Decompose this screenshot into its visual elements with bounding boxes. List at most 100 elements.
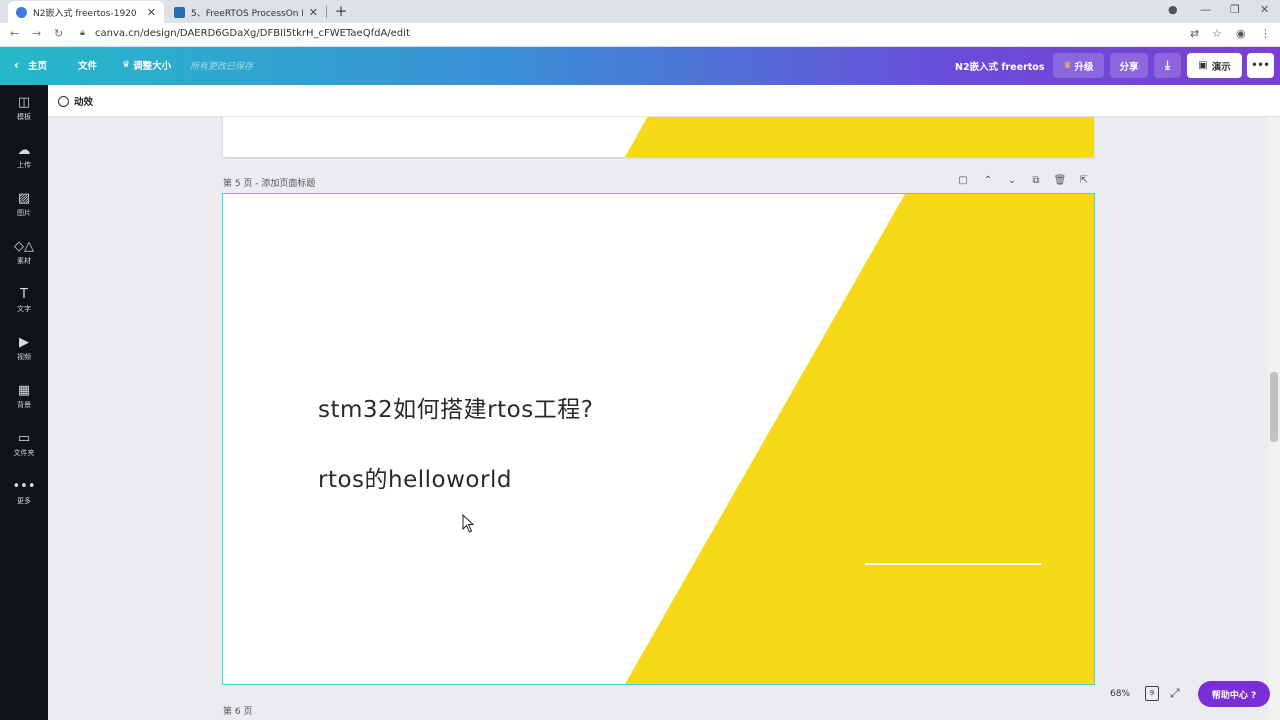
image-icon: ▨ bbox=[17, 191, 31, 206]
slide-page-5[interactable]: stm32如何搭建rtos工程? rtos的helloworld bbox=[222, 193, 1095, 685]
restore-icon[interactable]: ❐ bbox=[1230, 3, 1240, 16]
add-page-icon[interactable]: ⇱ bbox=[1077, 175, 1091, 186]
design-canvas: 第 5 页 - 添加页面标题 ▢ ⌃ ⌄ ⧉ 🗑︎ ⇱ stm32如何搭建rto… bbox=[48, 117, 1268, 720]
share-button[interactable]: 分享 bbox=[1110, 53, 1148, 78]
slide-page-4[interactable] bbox=[223, 117, 1094, 157]
delete-page-icon[interactable]: 🗑︎ bbox=[1053, 175, 1067, 186]
home-label: 主页 bbox=[27, 61, 47, 72]
browser-menu-icon[interactable]: ⋮ bbox=[1260, 27, 1271, 40]
back-icon[interactable]: ← bbox=[10, 27, 19, 40]
chevron-left-icon: ‹ bbox=[14, 58, 19, 72]
browser-tab-canva[interactable]: N2嵌入式 freertos-1920 × 108 ✕ bbox=[8, 1, 164, 23]
page-title-label[interactable]: 第 5 页 - 添加页面标题 bbox=[223, 176, 315, 189]
download-button[interactable]: ⤓ bbox=[1154, 53, 1181, 78]
page-title-label[interactable]: 第 6 页 bbox=[223, 704, 252, 717]
sidebar-item-more[interactable]: ••• 更多 bbox=[0, 479, 48, 506]
animate-label: 动效 bbox=[74, 97, 94, 108]
document-title[interactable]: N2嵌入式 freertos bbox=[955, 59, 1044, 73]
sidebar-item-label: 模板 bbox=[17, 113, 31, 121]
present-button[interactable]: ▣ 演示 bbox=[1187, 53, 1242, 78]
more-icon: ••• bbox=[12, 479, 36, 494]
duplicate-page-icon[interactable]: ⧉ bbox=[1029, 175, 1043, 186]
upgrade-label: 升级 bbox=[1074, 61, 1094, 73]
reload-icon[interactable]: ↻ bbox=[54, 27, 63, 40]
video-icon: ▶ bbox=[19, 335, 29, 350]
sidebar-item-text[interactable]: T 文字 bbox=[0, 287, 48, 314]
sidebar-item-background[interactable]: ▦ 背景 bbox=[0, 383, 48, 410]
sidebar-item-templates[interactable]: ◫ 模板 bbox=[0, 95, 48, 122]
new-tab-icon[interactable]: + bbox=[332, 2, 350, 20]
scrollbar-thumb[interactable] bbox=[1270, 372, 1278, 442]
tab-separator bbox=[326, 6, 327, 18]
editor-toolbar: ‹ 主页 文件 ♛ 调整大小 所有更改已保存 N2嵌入式 freertos ♛ … bbox=[0, 47, 1280, 85]
slide-subheading-text[interactable]: rtos的helloworld bbox=[318, 460, 512, 494]
url-field[interactable]: canva.cn/design/DAERD6GDaXg/DFBIl5tkrH_c… bbox=[95, 28, 410, 39]
minimize-icon[interactable]: — bbox=[1200, 3, 1211, 16]
sidebar-item-label: 素材 bbox=[17, 257, 31, 265]
sidebar-item-label: 更多 bbox=[17, 497, 31, 505]
save-status: 所有更改已保存 bbox=[190, 62, 254, 72]
page-notes-icon[interactable]: ▢ bbox=[956, 175, 970, 186]
sidebar-item-label: 文件夹 bbox=[13, 449, 35, 457]
sidebar-item-videos[interactable]: ▶ 视频 bbox=[0, 335, 48, 362]
tab-title: N2嵌入式 freertos-1920 × 108 bbox=[33, 8, 141, 19]
account-icon[interactable]: ◉ bbox=[1236, 27, 1246, 40]
profile-circle-icon[interactable]: ● bbox=[1168, 3, 1178, 16]
more-dots-icon: ••• bbox=[1251, 60, 1270, 71]
slide-white-line[interactable] bbox=[865, 563, 1041, 565]
translate-icon[interactable]: ⇄ bbox=[1190, 27, 1199, 40]
slide-heading-text[interactable]: stm32如何搭建rtos工程? bbox=[318, 390, 593, 424]
page-grid-button[interactable]: 9 bbox=[1145, 686, 1159, 701]
move-up-icon[interactable]: ⌃ bbox=[981, 175, 995, 186]
forward-icon[interactable]: → bbox=[32, 27, 41, 40]
download-icon: ⤓ bbox=[1164, 58, 1171, 72]
file-menu-button[interactable]: 文件 bbox=[78, 58, 97, 72]
folder-icon: ▭ bbox=[17, 431, 31, 446]
template-icon: ◫ bbox=[17, 95, 31, 110]
upload-icon: ☁ bbox=[17, 143, 31, 158]
sidebar-item-label: 上传 bbox=[17, 161, 31, 169]
share-label: 分享 bbox=[1119, 61, 1139, 73]
sidebar-item-photos[interactable]: ▨ 图片 bbox=[0, 191, 48, 218]
context-toolbar: 动效 bbox=[48, 85, 1280, 117]
resize-button[interactable]: ♛ 调整大小 bbox=[122, 58, 171, 72]
resize-label: 调整大小 bbox=[133, 61, 172, 72]
lock-icon: 🔒︎ bbox=[80, 28, 85, 38]
tab-close-icon[interactable]: ✕ bbox=[309, 6, 318, 19]
left-sidebar: ◫ 模板 ☁ 上传 ▨ 图片 ◇△ 素材 T 文字 ▶ 视频 ▦ 背景 ▭ 文件… bbox=[0, 85, 48, 720]
sidebar-item-label: 文字 bbox=[17, 305, 31, 313]
sidebar-item-elements[interactable]: ◇△ 素材 bbox=[0, 239, 48, 266]
browser-tab-processon[interactable]: 5、FreeRTOS ProcessOn Mind ✕ bbox=[166, 1, 326, 23]
sidebar-item-label: 视频 bbox=[17, 353, 31, 361]
move-down-icon[interactable]: ⌄ bbox=[1005, 175, 1019, 186]
tab-close-icon[interactable]: ✕ bbox=[147, 6, 156, 19]
help-center-button[interactable]: 帮助中心 ? bbox=[1198, 681, 1270, 707]
slide-yellow-shape[interactable] bbox=[223, 194, 1094, 684]
processon-favicon-icon bbox=[174, 6, 185, 18]
vertical-scrollbar[interactable] bbox=[1268, 117, 1280, 720]
address-bar: ← → ↻ 🔒︎ canva.cn/design/DAERD6GDaXg/DFB… bbox=[0, 23, 1280, 47]
zoom-level[interactable]: 68% bbox=[1110, 689, 1130, 699]
window-close-icon[interactable]: ✕ bbox=[1260, 3, 1269, 16]
sidebar-item-label: 图片 bbox=[17, 209, 31, 217]
sidebar-item-folders[interactable]: ▭ 文件夹 bbox=[0, 431, 48, 458]
browser-tab-strip: N2嵌入式 freertos-1920 × 108 ✕ 5、FreeRTOS P… bbox=[0, 0, 1280, 23]
present-icon: ▣ bbox=[1198, 60, 1208, 71]
canva-favicon-icon bbox=[16, 6, 27, 18]
file-label: 文件 bbox=[78, 61, 98, 72]
animate-button[interactable]: 动效 bbox=[58, 94, 93, 108]
page4-yellow-shape bbox=[625, 117, 1094, 157]
sidebar-item-uploads[interactable]: ☁ 上传 bbox=[0, 143, 48, 170]
crown-icon: ♛ bbox=[122, 60, 131, 70]
animate-icon bbox=[58, 95, 69, 107]
background-icon: ▦ bbox=[17, 383, 31, 398]
fullscreen-icon[interactable]: ⤢ bbox=[1170, 686, 1180, 701]
crown-icon: ♛ bbox=[1063, 60, 1072, 71]
upgrade-button[interactable]: ♛ 升级 bbox=[1053, 53, 1104, 78]
bookmark-star-icon[interactable]: ☆ bbox=[1212, 27, 1222, 40]
sidebar-item-label: 背景 bbox=[17, 401, 31, 409]
more-options-button[interactable]: ••• bbox=[1247, 53, 1274, 78]
home-button[interactable]: ‹ 主页 bbox=[14, 58, 47, 72]
mouse-cursor-icon bbox=[462, 514, 475, 533]
present-label: 演示 bbox=[1211, 61, 1231, 73]
